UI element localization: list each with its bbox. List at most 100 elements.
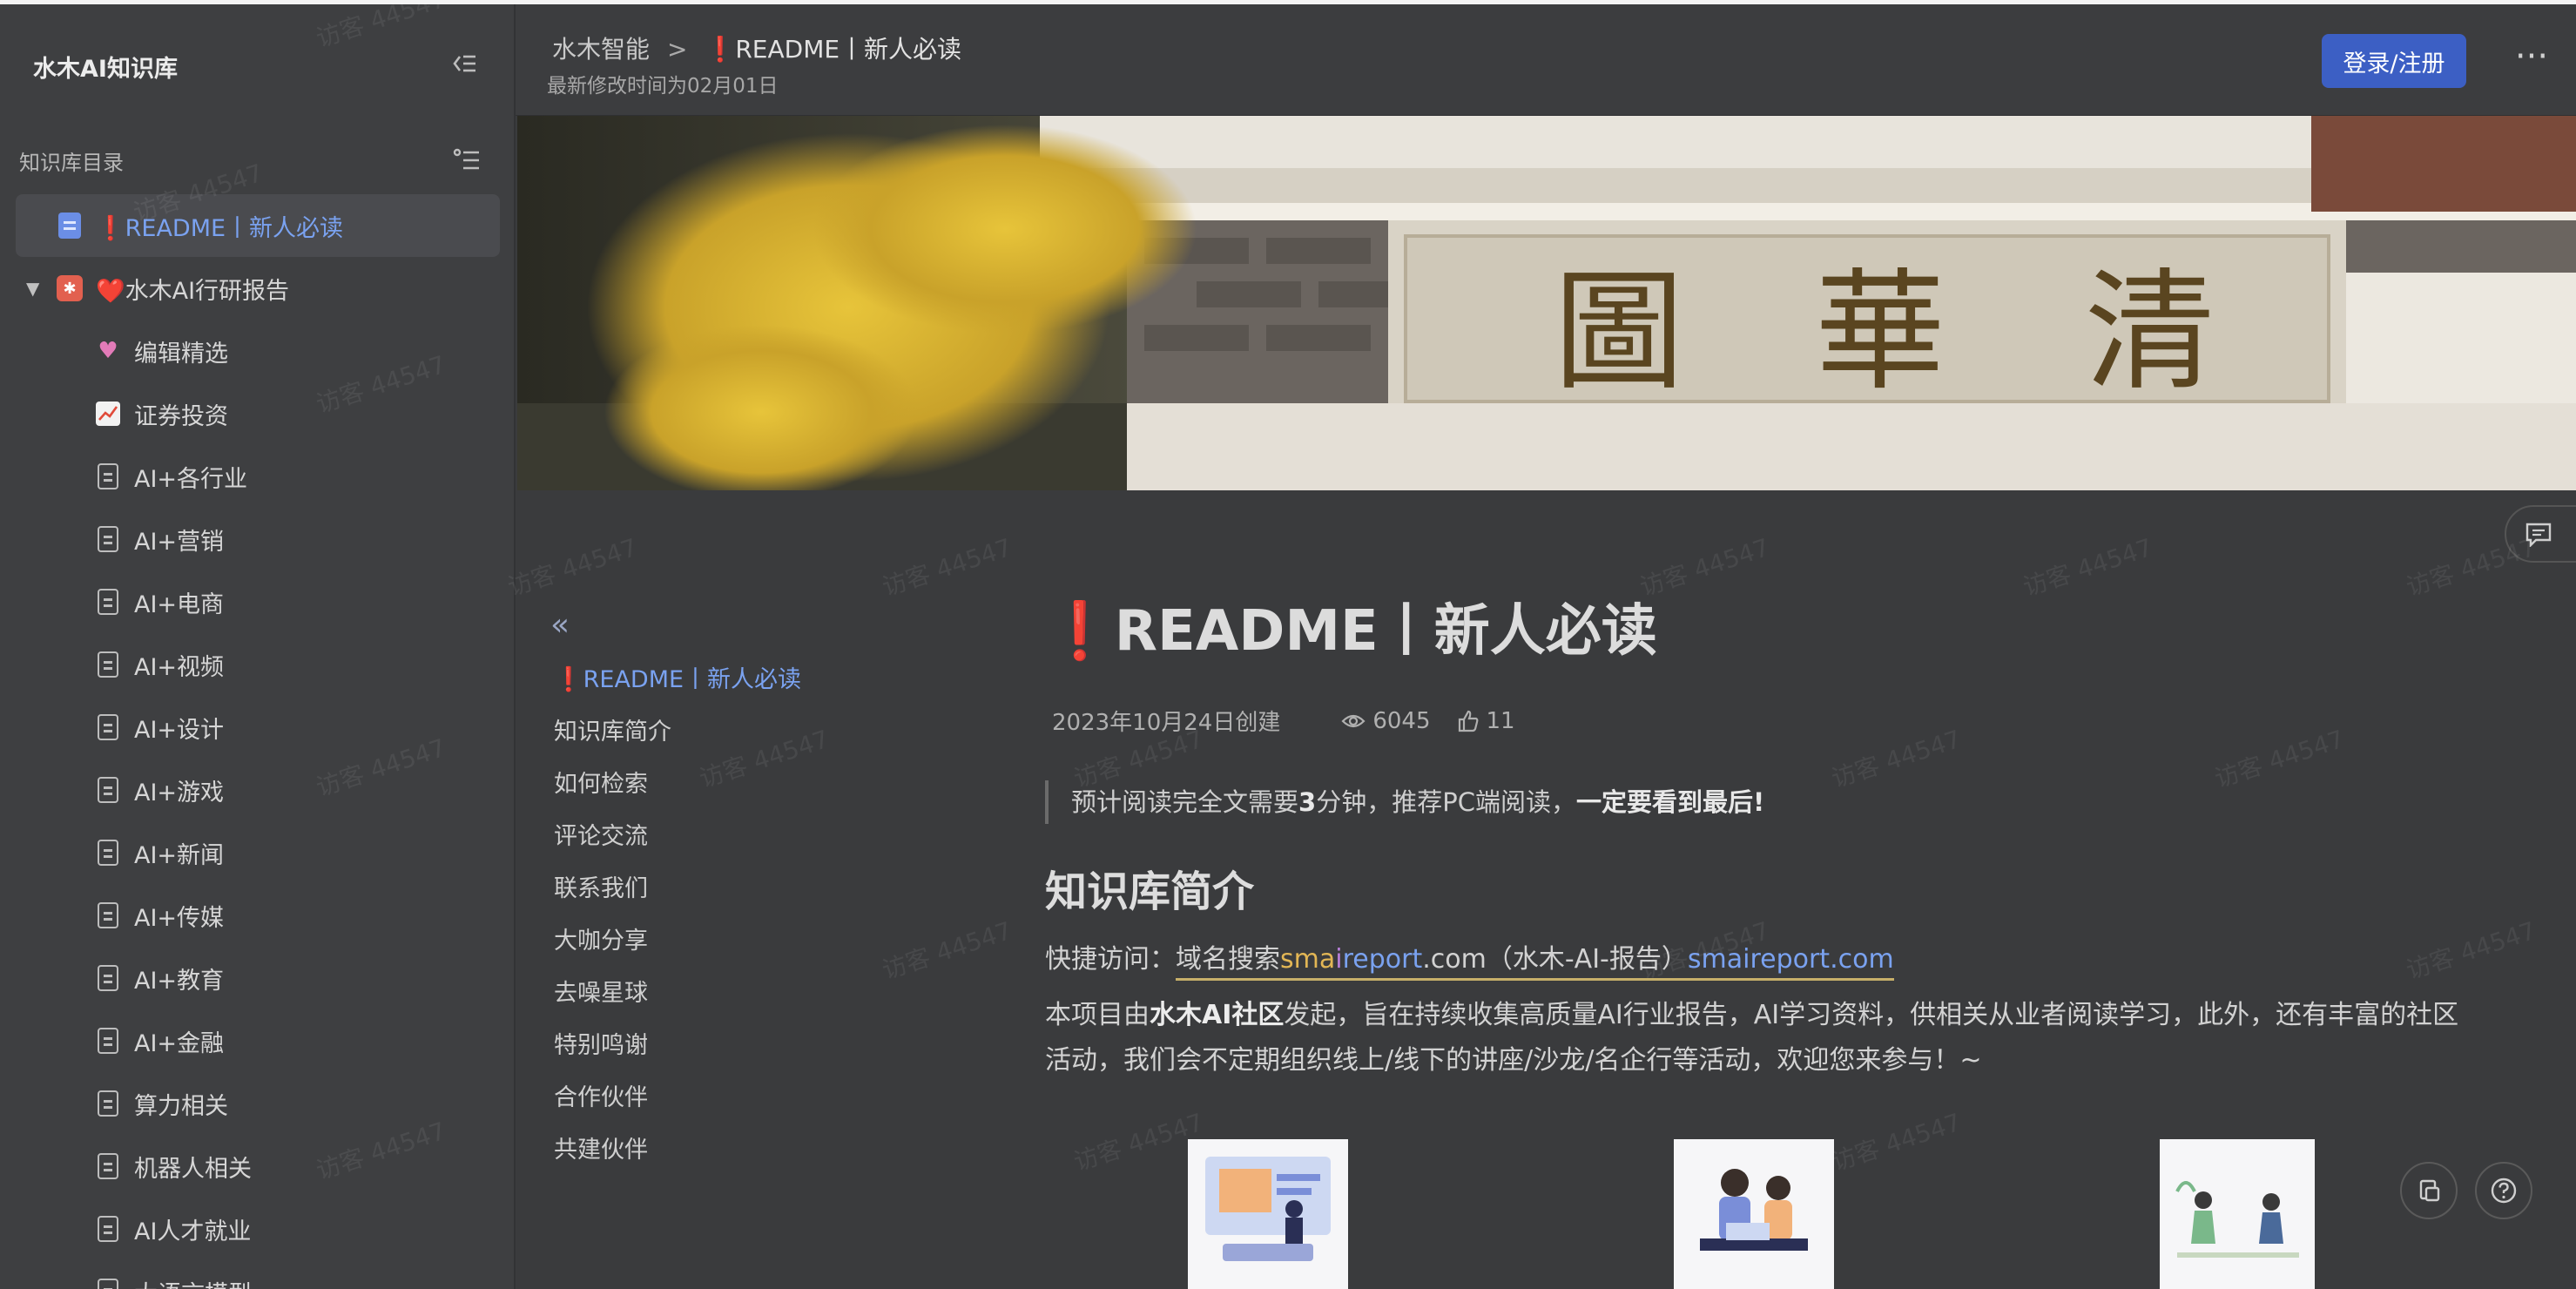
copy-page-button[interactable] <box>2400 1162 2458 1219</box>
toc-item-search[interactable]: 如何检索 <box>554 759 801 811</box>
quick-access-link[interactable]: 域名搜索smaireport.com（水木-AI-报告）smaireport.c… <box>1176 944 1894 981</box>
toc-item-cobuilders[interactable]: 共建伙伴 <box>554 1124 801 1177</box>
sidebar-item-label: AI+游戏 <box>134 779 225 806</box>
doc-icon <box>94 839 122 867</box>
sidebar-item-ai-marketing[interactable]: AI+营销 <box>0 508 514 570</box>
illustration-conversation <box>2160 1139 2315 1289</box>
doc-icon <box>94 1090 122 1117</box>
sidebar-item-securities[interactable]: 证券投资 <box>0 382 514 445</box>
breadcrumb-current: ❗README丨新人必读 <box>705 35 962 64</box>
chart-up-icon <box>94 400 122 428</box>
doc-icon <box>94 964 122 992</box>
likes-value: 11 <box>1486 707 1515 734</box>
sidebar-item-compute[interactable]: 算力相关 <box>0 1072 514 1135</box>
sidebar-item-robotics[interactable]: 机器人相关 <box>0 1135 514 1198</box>
sidebar-item-label: ❗README丨新人必读 <box>96 214 344 242</box>
sidebar-item-label: AI+电商 <box>134 591 225 618</box>
toc-item-readme[interactable]: ❗README丨新人必读 <box>554 654 801 706</box>
sidebar-item-label: AI+视频 <box>134 653 225 681</box>
last-modified-text: 最新修改时间为02月01日 <box>547 75 779 98</box>
thumbs-up-icon[interactable] <box>1457 710 1480 732</box>
sidebar-item-readme[interactable]: ❗README丨新人必读 <box>16 194 500 257</box>
sidebar-item-ai-design[interactable]: AI+设计 <box>0 696 514 759</box>
doc-icon <box>94 713 122 741</box>
doc-icon <box>94 1027 122 1055</box>
intro-paragraph: 本项目由水木AI社区发起，旨在持续收集高质量AI行业报告，AI学习资料，供相关从… <box>1045 1000 2459 1076</box>
question-icon[interactable] <box>2490 1177 2518 1205</box>
section-heading-intro: 知识库简介 <box>1045 867 1255 916</box>
likes-count[interactable]: 11 <box>1457 708 1515 734</box>
doc-blue-icon <box>56 212 84 240</box>
breadcrumb: 水木智能 > ❗README丨新人必读 <box>552 30 961 65</box>
doc-icon <box>94 776 122 804</box>
sidebar-item-editor-picks[interactable]: ♥ 编辑精选 <box>0 320 514 382</box>
sidebar-item-label: 大语言模型 <box>134 1275 252 1289</box>
doc-icon <box>94 1152 122 1180</box>
doc-icon <box>94 525 122 553</box>
doc-icon <box>94 901 122 929</box>
collapse-sidebar-icon[interactable] <box>448 48 479 79</box>
svg-text:華: 華 <box>1815 257 1945 408</box>
sidebar-item-label: AI+各行业 <box>134 465 248 493</box>
doc-icon <box>94 1278 122 1289</box>
sidebar-item-label: ❤️水木AI行研报告 <box>96 277 290 305</box>
more-options-icon[interactable]: ··· <box>2510 39 2553 83</box>
toc-item-intro[interactable]: 知识库简介 <box>554 706 801 759</box>
toc-item-thanks[interactable]: 特别鸣谢 <box>554 1020 801 1072</box>
app-window: 水木AI知识库 知识库目录 ❗README丨新人必读 ▼ ✱ ❤️水木AI行研报… <box>0 0 2576 1289</box>
copy-icon[interactable] <box>2416 1178 2442 1204</box>
sidebar-item-label: AI+传媒 <box>134 904 225 932</box>
sidebar-item-label: AI人才就业 <box>134 1218 252 1245</box>
sidebar-item-ai-industries[interactable]: AI+各行业 <box>0 445 514 508</box>
document-meta: 2023年10月24日创建 6045 11 <box>1045 705 2525 737</box>
breadcrumb-root[interactable]: 水木智能 <box>552 35 650 64</box>
sidebar-item-ai-video[interactable]: AI+视频 <box>0 633 514 696</box>
sidebar-item-reports[interactable]: ▼ ✱ ❤️水木AI行研报告 <box>0 257 514 320</box>
sidebar-item-ai-education[interactable]: AI+教育 <box>0 947 514 1009</box>
sidebar-item-ai-news[interactable]: AI+新闻 <box>0 821 514 884</box>
sidebar-item-ai-talent[interactable]: AI人才就业 <box>0 1198 514 1260</box>
sidebar-item-label: AI+新闻 <box>134 841 225 869</box>
toc-item-comments[interactable]: 评论交流 <box>554 811 801 863</box>
collapse-toc-icon[interactable]: « <box>550 607 570 643</box>
sidebar-item-llm[interactable]: 大语言模型 <box>0 1260 514 1289</box>
quick-access-line: 快捷访问：域名搜索smaireport.com（水木-AI-报告）smairep… <box>1045 937 2525 981</box>
toc-item-contact[interactable]: 联系我们 <box>554 863 801 915</box>
sidebar-item-label: 机器人相关 <box>134 1155 252 1183</box>
comment-panel-toggle[interactable] <box>2505 505 2576 563</box>
article: ❗README丨新人必读 2023年10月24日创建 6045 11 预计阅读完… <box>1045 586 2525 1083</box>
svg-text:圖: 圖 <box>1554 257 1684 408</box>
sidebar-item-label: 算力相关 <box>134 1092 228 1120</box>
toc-item-experts[interactable]: 大咖分享 <box>554 915 801 968</box>
login-register-button[interactable]: 登录/注册 <box>2322 34 2466 88</box>
doc-icon <box>94 588 122 616</box>
sidebar-item-label: AI+设计 <box>134 716 225 744</box>
doc-icon <box>94 651 122 678</box>
book-icon: ✱ <box>56 274 84 302</box>
comment-icon[interactable] <box>2525 523 2552 547</box>
eye-icon <box>1341 714 1366 727</box>
sidebar-tree: ❗README丨新人必读 ▼ ✱ ❤️水木AI行研报告 ♥ 编辑精选 证券投资 … <box>0 194 514 1289</box>
document-area: « ❗README丨新人必读 知识库简介 如何检索 评论交流 联系我们 大咖分享… <box>517 490 2576 1289</box>
sidebar-item-ai-games[interactable]: AI+游戏 <box>0 759 514 821</box>
illustration-team <box>1674 1139 1834 1289</box>
reading-time-callout: 预计阅读完全文需要3分钟，推荐PC端阅读，一定要看到最后! <box>1045 780 2525 824</box>
cover-banner-image: 圖 華 清 <box>517 116 2576 490</box>
doc-icon <box>94 462 122 490</box>
top-bar: 水木智能 > ❗README丨新人必读 最新修改时间为02月01日 登录/注册 ··… <box>516 4 2576 116</box>
sidebar-item-ai-finance[interactable]: AI+金融 <box>0 1009 514 1072</box>
views-count: 6045 <box>1341 708 1431 734</box>
toc-item-planet[interactable]: 去噪星球 <box>554 968 801 1020</box>
toc-item-partners[interactable]: 合作伙伴 <box>554 1072 801 1124</box>
list-view-icon[interactable] <box>451 144 482 175</box>
sidebar-item-ai-media[interactable]: AI+传媒 <box>0 884 514 947</box>
breadcrumb-separator: > <box>667 35 688 64</box>
sidebar-title: 水木AI知识库 <box>33 56 178 83</box>
doc-icon <box>94 1215 122 1243</box>
sidebar-item-label: AI+金融 <box>134 1029 225 1057</box>
help-button[interactable] <box>2475 1162 2532 1219</box>
caret-down-icon[interactable]: ▼ <box>26 278 45 299</box>
svg-text:清: 清 <box>2085 257 2215 408</box>
illustration-presenter <box>1188 1139 1348 1289</box>
sidebar-item-ai-ecommerce[interactable]: AI+电商 <box>0 570 514 633</box>
